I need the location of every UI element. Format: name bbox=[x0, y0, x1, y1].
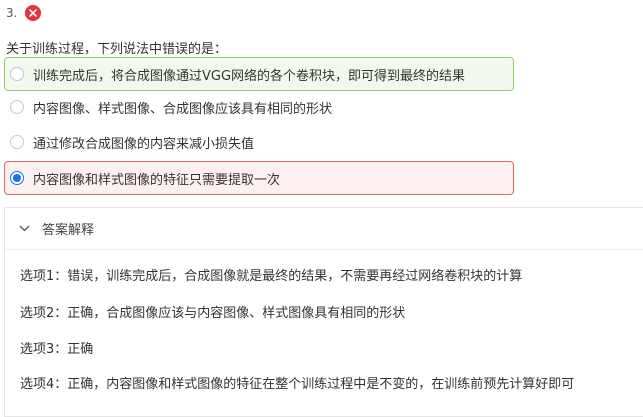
explanation-panel: 答案解释 选项1：错误，训练完成后，合成图像就是最终的结果，不需要再经过网络卷积… bbox=[4, 207, 643, 417]
radio-button[interactable] bbox=[10, 67, 24, 81]
question-number: 3. bbox=[6, 6, 18, 20]
explanation-toggle[interactable]: 答案解释 bbox=[5, 208, 643, 250]
question-header: 3. bbox=[6, 5, 42, 21]
close-icon bbox=[25, 5, 42, 21]
radio-button-checked[interactable] bbox=[10, 171, 24, 185]
explanation-line: 选项3：正确 bbox=[20, 342, 94, 357]
option-label: 通过修改合成图像的内容来减小损失值 bbox=[33, 136, 255, 152]
explanation-title: 答案解释 bbox=[42, 223, 95, 238]
option-label: 内容图像、样式图像、合成图像应该具有相同的形状 bbox=[33, 101, 333, 117]
option-2[interactable]: 内容图像、样式图像、合成图像应该具有相同的形状 bbox=[4, 90, 333, 124]
option-4[interactable]: 内容图像和样式图像的特征只需要提取一次 bbox=[4, 161, 514, 195]
radio-button[interactable] bbox=[10, 135, 24, 149]
radio-button[interactable] bbox=[10, 100, 24, 114]
question-stem: 关于训练过程，下列说法中错误的是： bbox=[6, 42, 228, 57]
chevron-down-icon bbox=[19, 225, 30, 232]
explanation-line: 选项2：正确，合成图像应该与内容图像、样式图像具有相同的形状 bbox=[20, 306, 406, 321]
option-label: 内容图像和样式图像的特征只需要提取一次 bbox=[33, 172, 281, 188]
option-3[interactable]: 通过修改合成图像的内容来减小损失值 bbox=[4, 125, 255, 159]
option-label: 训练完成后，将合成图像通过VGG网络的各个卷积块，即可得到最终的结果 bbox=[33, 68, 466, 84]
option-1[interactable]: 训练完成后，将合成图像通过VGG网络的各个卷积块，即可得到最终的结果 bbox=[4, 57, 514, 91]
explanation-line: 选项1：错误，训练完成后，合成图像就是最终的结果，不需要再经过网络卷积块的计算 bbox=[20, 269, 523, 284]
explanation-line: 选项4：正确，内容图像和样式图像的特征在整个训练过程中是不变的，在训练前预先计算… bbox=[20, 377, 575, 392]
